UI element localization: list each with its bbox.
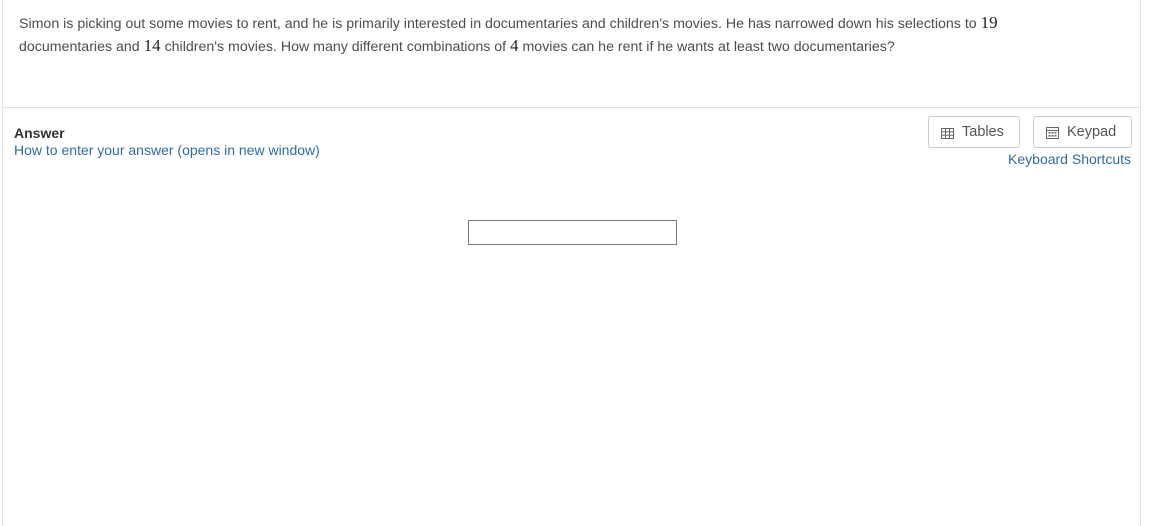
question-frame: Simon is picking out some movies to rent… xyxy=(2,0,1141,526)
answer-input[interactable] xyxy=(468,220,677,245)
tables-button[interactable]: Tables xyxy=(928,116,1020,148)
answer-label: Answer xyxy=(14,125,65,141)
question-part-2: documentaries and xyxy=(19,39,144,55)
keyboard-shortcuts-link[interactable]: Keyboard Shortcuts xyxy=(1008,151,1131,167)
answer-help-link[interactable]: How to enter your answer (opens in new w… xyxy=(14,142,320,158)
keypad-button-label: Keypad xyxy=(1067,124,1117,140)
movies-count: 4 xyxy=(510,36,519,55)
table-grid-icon xyxy=(941,127,954,139)
question-part-3: children's movies. How many different co… xyxy=(160,39,511,55)
question-part-1: Simon is picking out some movies to rent… xyxy=(19,16,981,32)
question-part-4: movies can he rent if he wants at least … xyxy=(518,39,895,55)
documentaries-count: 19 xyxy=(980,13,998,32)
keypad-button[interactable]: Keypad xyxy=(1033,116,1132,148)
childrens-count: 14 xyxy=(143,36,161,55)
tables-button-label: Tables xyxy=(962,124,1004,140)
section-divider xyxy=(3,107,1140,108)
calculator-icon xyxy=(1046,126,1059,139)
question-text: Simon is picking out some movies to rent… xyxy=(19,12,1129,58)
